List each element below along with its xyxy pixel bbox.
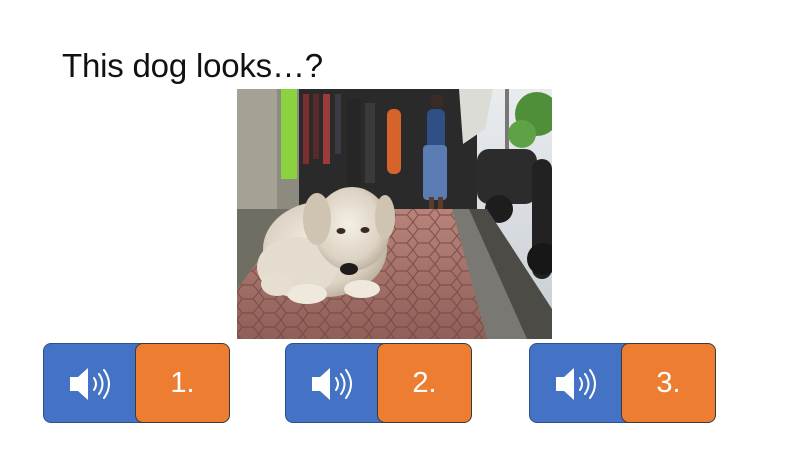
answer-number-button-3[interactable]: 3. — [621, 343, 716, 423]
page-title: This dog looks…? — [62, 47, 323, 84]
speaker-icon — [70, 368, 110, 400]
speaker-icon — [312, 368, 352, 400]
dog-photo — [237, 89, 552, 339]
speaker-icon — [556, 368, 596, 400]
dog-photo-illustration — [237, 89, 552, 339]
answer-number-button-2[interactable]: 2. — [377, 343, 472, 423]
answer-number-button-1[interactable]: 1. — [135, 343, 230, 423]
